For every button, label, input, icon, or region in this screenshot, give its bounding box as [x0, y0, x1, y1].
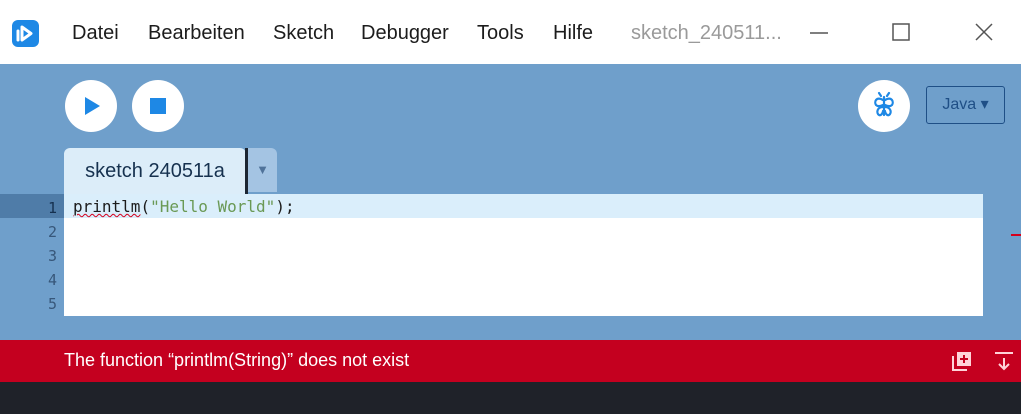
code-string: "Hello World": [150, 197, 276, 216]
tab-sketch[interactable]: sketch 240511a: [64, 148, 246, 194]
collapse-console-button[interactable]: [992, 349, 1016, 373]
line-number: 5: [47, 295, 57, 313]
maximize-icon: [892, 23, 910, 41]
chevron-down-icon: ▼: [256, 162, 269, 177]
error-marker[interactable]: [1011, 234, 1021, 236]
code-function-name: printlm: [73, 197, 141, 216]
stop-icon: [150, 98, 166, 114]
status-message: The function “printlm(String)” does not …: [64, 350, 410, 370]
editor-footer-strip: [0, 316, 1021, 340]
line-number: 4: [47, 271, 57, 289]
tab-menu-button[interactable]: ▼: [248, 148, 277, 192]
code-open-paren: (: [140, 197, 151, 216]
collapse-down-icon: [995, 352, 1013, 371]
processing-logo-icon: [12, 20, 39, 47]
stop-button[interactable]: [132, 80, 184, 132]
menu-sketch[interactable]: Sketch: [273, 22, 334, 45]
menu-bearbeiten[interactable]: Bearbeiten: [148, 22, 245, 45]
window-title: sketch_240511...: [631, 22, 782, 44]
play-icon: [85, 97, 100, 115]
line-number: 2: [47, 223, 57, 241]
close-icon: [975, 23, 993, 41]
run-button[interactable]: [65, 80, 117, 132]
copy-plus-icon: [952, 352, 971, 371]
menu-tools[interactable]: Tools: [477, 22, 524, 45]
code-line[interactable]: printlm("Hello World");: [73, 197, 295, 216]
code-close: );: [275, 197, 295, 216]
close-button[interactable]: [968, 16, 1000, 48]
menu-debugger[interactable]: Debugger: [361, 22, 449, 45]
mode-selector[interactable]: Java ▾: [926, 86, 1005, 124]
line-number: 1: [47, 199, 57, 217]
minimize-button[interactable]: [803, 16, 835, 48]
menu-datei[interactable]: Datei: [72, 22, 119, 45]
butterfly-icon: [874, 91, 894, 117]
line-number: 3: [47, 247, 57, 265]
menu-hilfe[interactable]: Hilfe: [553, 22, 593, 45]
editor-side-strip: [983, 194, 1021, 316]
minimize-icon: [810, 32, 828, 34]
debug-button[interactable]: [858, 80, 910, 132]
copy-message-button[interactable]: [950, 349, 974, 373]
console-area: [0, 382, 1021, 414]
maximize-button[interactable]: [885, 16, 917, 48]
